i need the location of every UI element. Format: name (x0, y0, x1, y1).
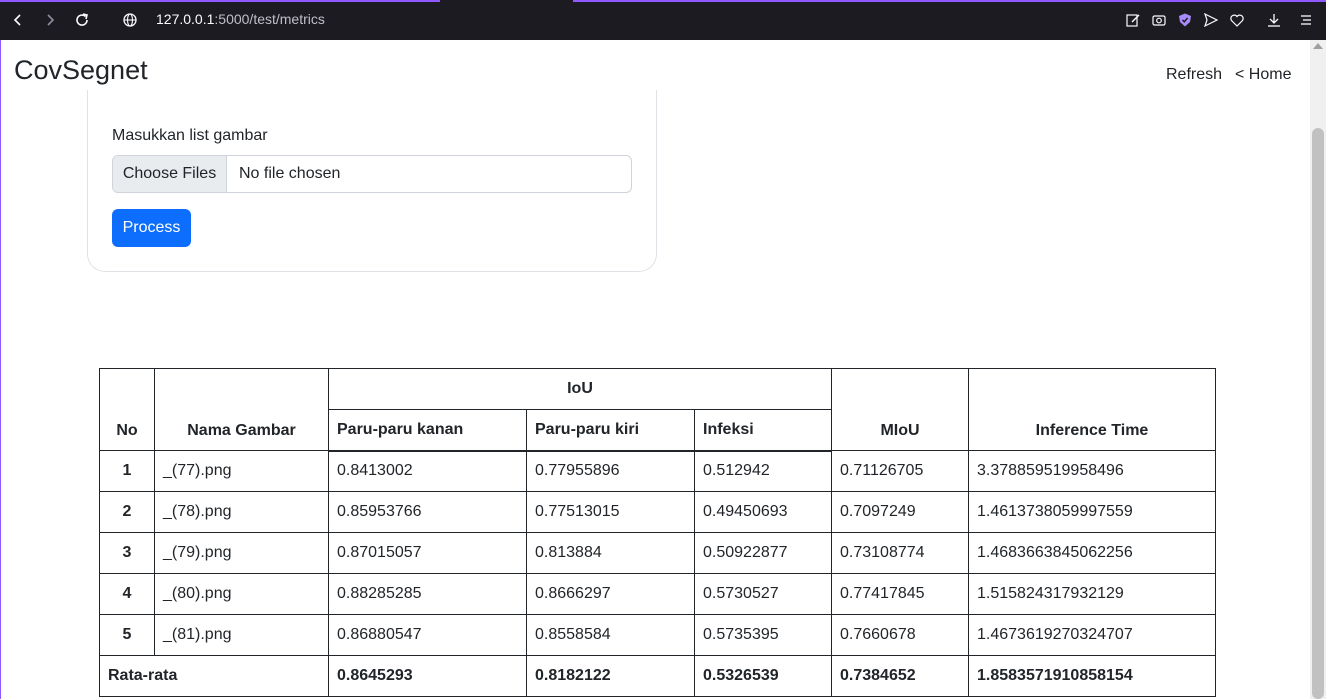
cell-inference-time: 1.4683663845062256 (968, 532, 1216, 574)
download-icon[interactable] (1265, 11, 1283, 29)
upload-label: Masukkan list gambar (112, 127, 268, 144)
cell-paru-kiri: 0.77513015 (526, 491, 695, 533)
cell-name: _(81).png (154, 614, 329, 656)
page-content: CovSegnet Refresh < Home Masukkan list g… (0, 40, 1326, 699)
cell-paru-kanan: 0.8413002 (328, 450, 527, 492)
tab-indicator (573, 0, 1326, 2)
edit-icon[interactable] (1124, 11, 1142, 29)
forward-icon[interactable] (40, 10, 60, 30)
average-infeksi: 0.5326539 (694, 655, 832, 697)
table-row: 5 _(81).png 0.86880547 0.8558584 0.57353… (99, 614, 1216, 656)
cell-miou: 0.73108774 (831, 532, 969, 574)
cell-no: 4 (99, 573, 155, 615)
shield-icon[interactable] (1176, 11, 1194, 29)
cell-paru-kiri: 0.813884 (526, 532, 695, 574)
average-label: Rata-rata (99, 655, 329, 697)
header-miou: MIoU (831, 368, 969, 451)
header-paru-kiri: Paru-paru kiri (526, 409, 695, 452)
cell-paru-kiri: 0.8558584 (526, 614, 695, 656)
cell-miou: 0.71126705 (831, 450, 969, 492)
cell-infeksi: 0.50922877 (694, 532, 832, 574)
process-button[interactable]: Process (112, 209, 191, 247)
average-inference-time: 1.8583571910858154 (968, 655, 1216, 697)
cell-infeksi: 0.49450693 (694, 491, 832, 533)
header-name: Nama Gambar (154, 368, 329, 451)
header-iou: IoU (328, 368, 832, 410)
average-miou: 0.7384652 (831, 655, 969, 697)
refresh-link[interactable]: Refresh (1166, 66, 1222, 84)
cell-miou: 0.7660678 (831, 614, 969, 656)
cell-no: 2 (99, 491, 155, 533)
url-host: 127.0.0.1 (156, 11, 215, 27)
cell-paru-kanan: 0.88285285 (328, 573, 527, 615)
cell-paru-kanan: 0.85953766 (328, 491, 527, 533)
metrics-table: No Nama Gambar IoU MIoU Inference Time P… (99, 368, 1216, 697)
screenshot-icon[interactable] (1150, 11, 1168, 29)
brand-title[interactable]: CovSegnet (14, 55, 148, 86)
cell-paru-kiri: 0.8666297 (526, 573, 695, 615)
scrollbar-thumb[interactable] (1312, 128, 1324, 699)
average-paru-kiri: 0.8182122 (526, 655, 695, 697)
cell-paru-kanan: 0.86880547 (328, 614, 527, 656)
file-status: No file chosen (239, 165, 341, 182)
browser-toolbar: 127.0.0.1:5000/test/metrics (0, 0, 1326, 40)
menu-icon[interactable] (1297, 11, 1315, 29)
cell-paru-kanan: 0.87015057 (328, 532, 527, 574)
globe-icon (120, 10, 140, 30)
scroll-up-icon[interactable] (1313, 43, 1323, 49)
cell-inference-time: 1.4673619270324707 (968, 614, 1216, 656)
address-bar[interactable]: 127.0.0.1:5000/test/metrics (156, 11, 325, 27)
cell-miou: 0.77417845 (831, 573, 969, 615)
average-row: Rata-rata 0.8645293 0.8182122 0.5326539 … (99, 655, 1216, 697)
heart-icon[interactable] (1228, 11, 1246, 29)
cell-infeksi: 0.5730527 (694, 573, 832, 615)
home-link[interactable]: < Home (1235, 66, 1291, 84)
cell-name: _(79).png (154, 532, 329, 574)
average-paru-kanan: 0.8645293 (328, 655, 527, 697)
url-path: :5000/test/metrics (214, 11, 325, 27)
tab-indicator (0, 0, 440, 2)
cell-no: 5 (99, 614, 155, 656)
cell-infeksi: 0.5735395 (694, 614, 832, 656)
table-row: 2 _(78).png 0.85953766 0.77513015 0.4945… (99, 491, 1216, 533)
header-infeksi: Infeksi (694, 409, 832, 452)
cell-miou: 0.7097249 (831, 491, 969, 533)
cell-name: _(78).png (154, 491, 329, 533)
cell-inference-time: 3.378859519958496 (968, 450, 1216, 492)
back-icon[interactable] (8, 10, 28, 30)
table-row: 1 _(77).png 0.8413002 0.77955896 0.51294… (99, 450, 1216, 492)
choose-files-button[interactable]: Choose Files (113, 156, 227, 192)
reload-icon[interactable] (72, 10, 92, 30)
cell-no: 3 (99, 532, 155, 574)
vertical-scrollbar[interactable] (1310, 40, 1326, 699)
cell-inference-time: 1.515824317932129 (968, 573, 1216, 615)
table-row: 3 _(79).png 0.87015057 0.813884 0.509228… (99, 532, 1216, 574)
header-no: No (99, 368, 155, 451)
table-row: 4 _(80).png 0.88285285 0.8666297 0.57305… (99, 573, 1216, 615)
cell-paru-kiri: 0.77955896 (526, 450, 695, 492)
cell-name: _(77).png (154, 450, 329, 492)
header-paru-kanan: Paru-paru kanan (328, 409, 527, 452)
cell-infeksi: 0.512942 (694, 450, 832, 492)
cell-no: 1 (99, 450, 155, 492)
header-inference-time: Inference Time (968, 368, 1216, 451)
cell-inference-time: 1.4613738059997559 (968, 491, 1216, 533)
file-input[interactable]: Choose Files No file chosen (112, 155, 632, 193)
send-icon[interactable] (1202, 11, 1220, 29)
cell-name: _(80).png (154, 573, 329, 615)
